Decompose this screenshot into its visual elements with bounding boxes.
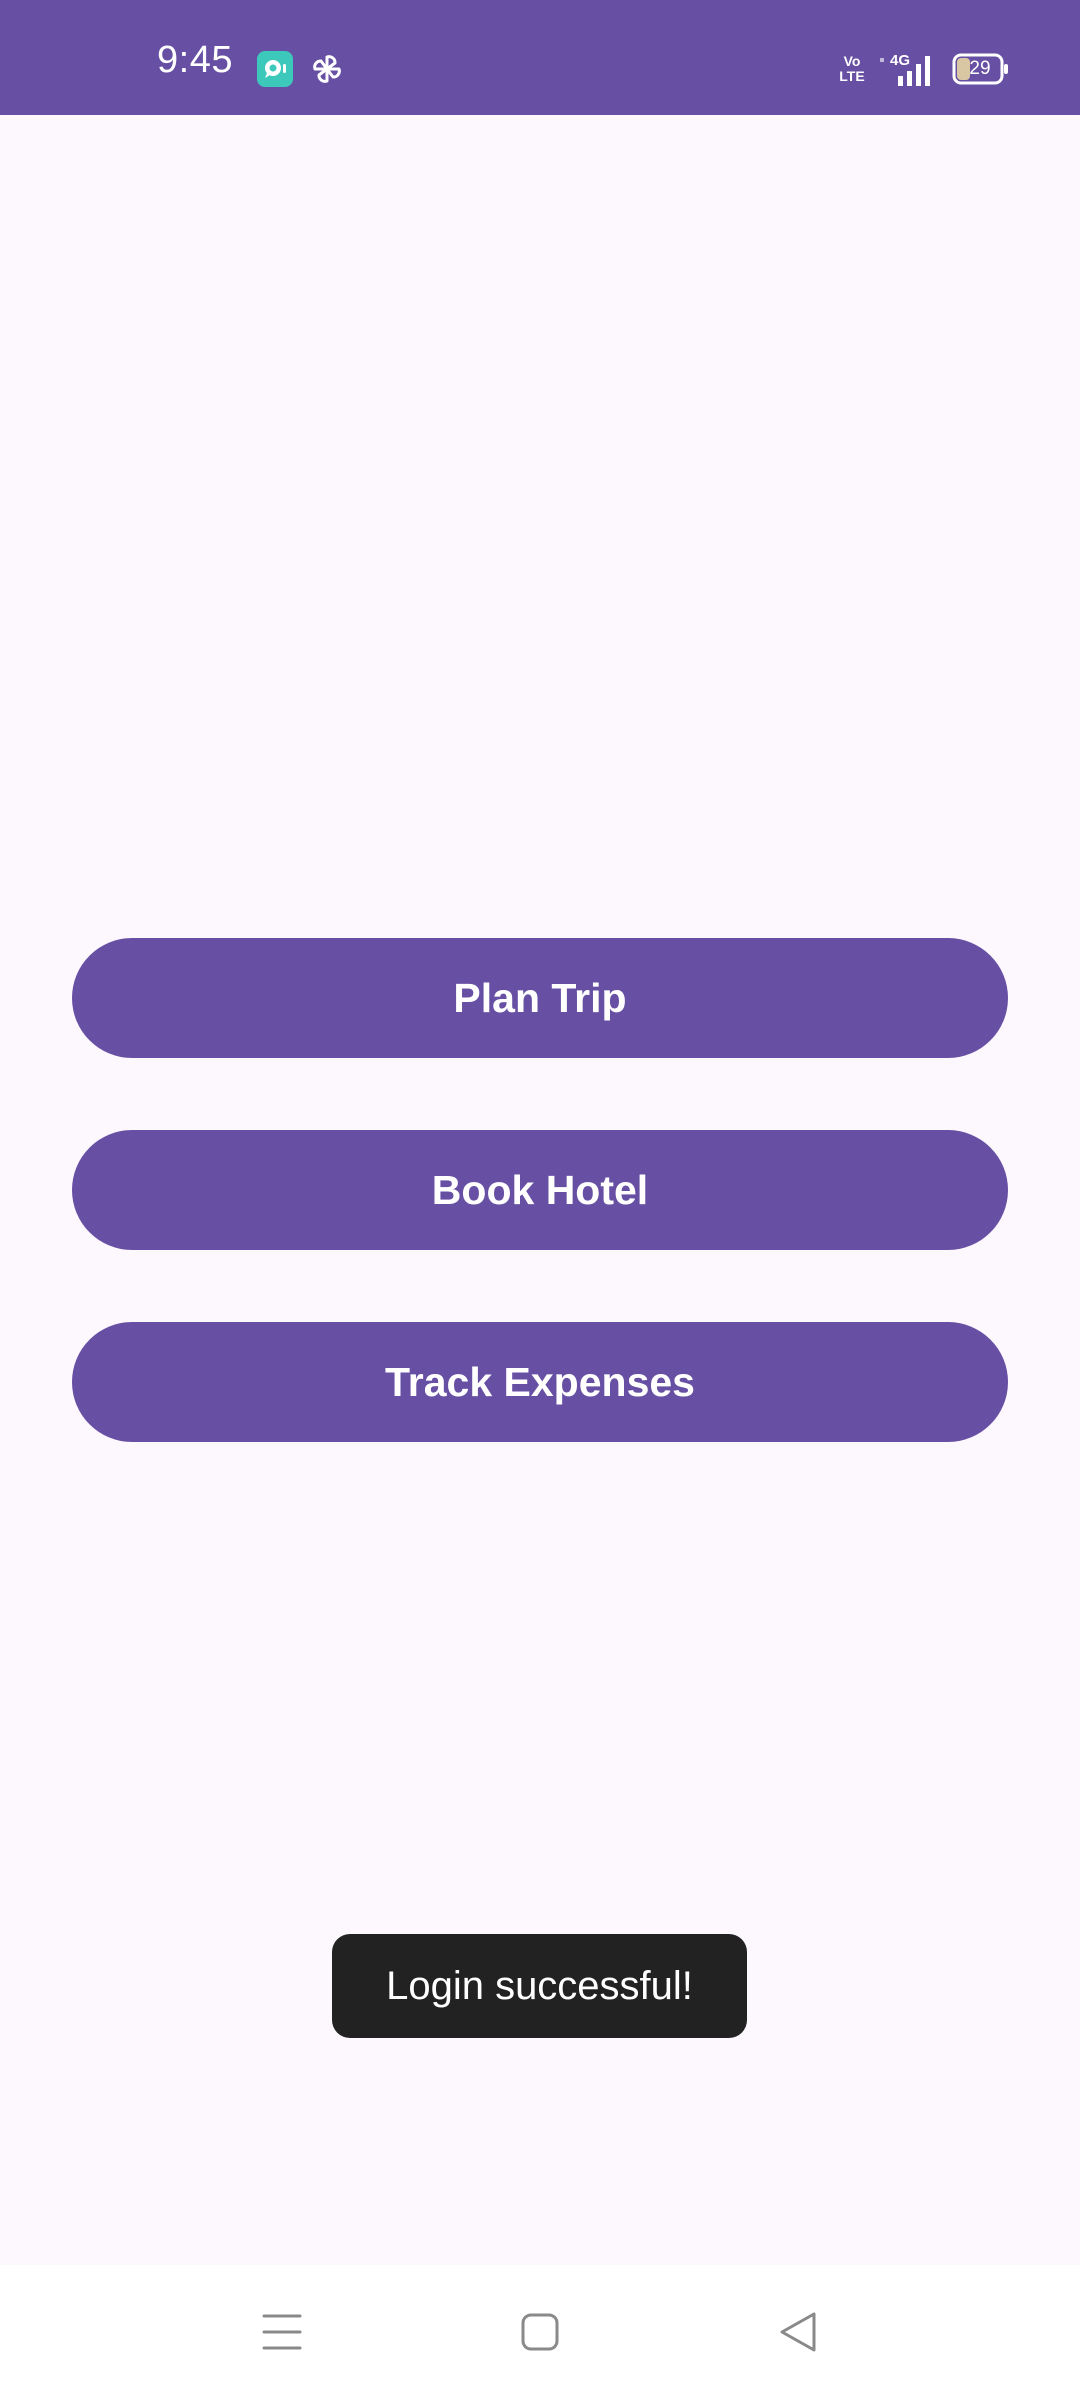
back-icon[interactable] (766, 2300, 830, 2364)
notification-app-icon (257, 51, 293, 87)
status-time: 9:45 (157, 39, 233, 81)
network-type-label: 4G (890, 52, 910, 69)
book-hotel-button[interactable]: Book Hotel (72, 1130, 1008, 1250)
home-icon[interactable] (508, 2300, 572, 2364)
volte-label: Vo LTE (839, 53, 865, 84)
signal-4g-icon: 4G (878, 50, 938, 88)
plan-trip-button[interactable]: Plan Trip (72, 938, 1008, 1058)
battery-level: 29 (969, 58, 991, 79)
pinwheel-icon (308, 50, 346, 88)
menu-icon[interactable] (250, 2300, 314, 2364)
status-bar: 9:45 Vo LTE 4G 29 (0, 0, 1080, 115)
volte-icon: Vo LTE (838, 54, 866, 88)
login-success-toast: Login successful! (332, 1934, 747, 2038)
track-expenses-button[interactable]: Track Expenses (72, 1322, 1008, 1442)
